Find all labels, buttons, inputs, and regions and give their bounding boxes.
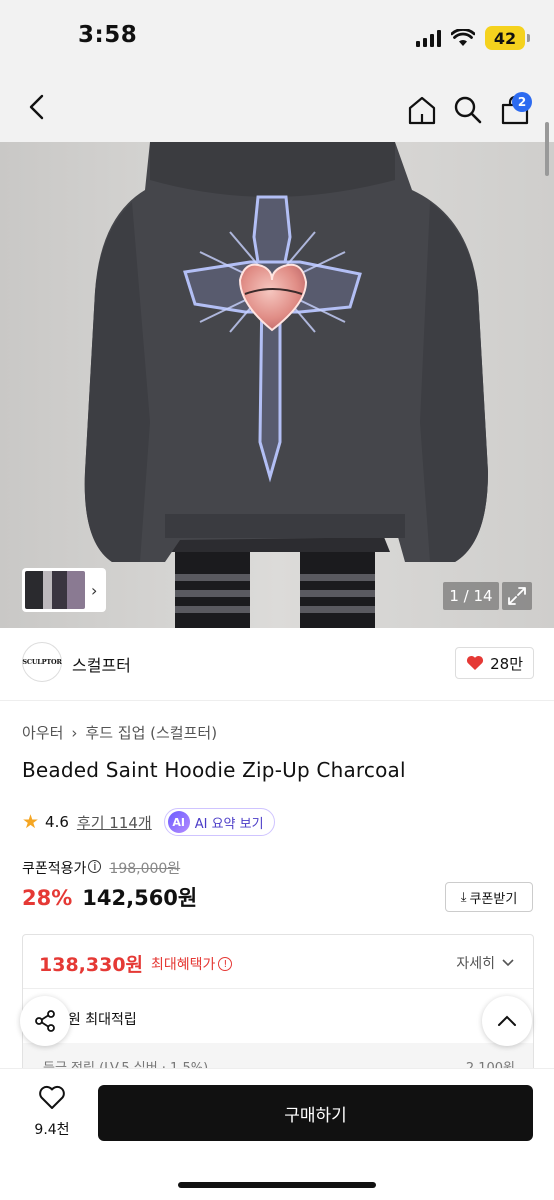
download-icon: ⤓	[460, 889, 467, 905]
image-counter: 1 / 14	[443, 582, 499, 610]
wifi-icon	[451, 29, 475, 46]
search-icon[interactable]	[452, 94, 484, 126]
hoodie-photo	[0, 142, 554, 628]
rating-row: ★ 4.6 후기 114개 AI AI 요약 보기	[22, 808, 275, 836]
max-benefit-price: 138,330원	[39, 954, 144, 976]
sale-price: 142,560원	[82, 886, 198, 910]
wishlist-count: 9.4천	[34, 1122, 70, 1138]
coupon-button-label: 쿠폰받기	[469, 891, 518, 907]
chevron-up-icon	[498, 1015, 516, 1026]
original-price: 198,000원	[109, 861, 181, 877]
bottom-action-bar: 9.4천 구매하기	[0, 1068, 554, 1200]
chevron-right-icon[interactable]: ›	[91, 581, 97, 600]
info-icon[interactable]: i	[88, 860, 102, 873]
top-nav	[0, 72, 554, 142]
home-indicator	[178, 1182, 376, 1188]
status-icons: 42	[416, 26, 530, 50]
battery-indicator: 42	[485, 26, 525, 50]
star-icon: ★	[22, 811, 40, 833]
benefit-header[interactable]: 138,330원 최대혜택가 ! 자세히	[23, 935, 533, 989]
benefit-detail-toggle[interactable]: 자세히	[456, 953, 515, 973]
coupon-price-label: 쿠폰적용가	[22, 861, 87, 877]
breadcrumb: 아우터 › 후드 집업 (스컬프터)	[22, 722, 217, 743]
brand-like-button[interactable]: 28만	[455, 647, 534, 679]
discount-rate: 28%	[22, 886, 73, 910]
ai-badge-icon: AI	[167, 811, 190, 833]
status-time: 3:58	[78, 22, 138, 48]
ai-summary-button[interactable]: AI AI 요약 보기	[163, 808, 275, 836]
review-count-link[interactable]: 후기 114개	[77, 812, 152, 833]
max-benefit-label: 최대혜택가 !	[151, 954, 233, 974]
signal-icon	[416, 29, 441, 47]
brand-name[interactable]: 스컬프터	[72, 652, 131, 676]
wishlist-button[interactable]: 9.4천	[26, 1085, 78, 1139]
status-bar: 3:58 42	[0, 0, 554, 72]
brand-row[interactable]: SCULPTOR 스컬프터 28만	[22, 640, 534, 688]
chevron-down-icon	[502, 959, 514, 967]
coupon-price-row: 쿠폰적용가 i 198,000원	[22, 858, 180, 878]
info-icon[interactable]: !	[218, 957, 233, 971]
scrollbar[interactable]	[545, 122, 549, 176]
share-icon	[35, 1010, 55, 1032]
benefit-box: 138,330원 최대혜택가 ! 자세히 0원 최대적립 등급 적립 (LV.5…	[22, 934, 534, 1084]
chevron-right-icon: ›	[71, 723, 78, 742]
product-title: Beaded Saint Hoodie Zip-Up Charcoal	[22, 758, 406, 782]
max-points: 0원 최대적립	[59, 1012, 137, 1028]
scroll-top-button[interactable]	[482, 996, 532, 1046]
breadcrumb-subcategory[interactable]: 후드 집업 (스컬프터)	[85, 722, 217, 743]
divider	[0, 700, 554, 701]
heart-filled-icon	[467, 655, 484, 670]
brand-like-count: 28만	[490, 654, 523, 673]
battery-tip	[527, 34, 530, 42]
thumbnail-strip[interactable]: ›	[22, 568, 106, 612]
back-arrow-icon[interactable]	[22, 92, 52, 122]
share-button[interactable]	[20, 996, 70, 1046]
home-icon[interactable]	[406, 94, 438, 126]
price-row: 28% 142,560원	[22, 882, 197, 912]
brand-logo[interactable]: SCULPTOR	[22, 642, 62, 682]
heart-outline-icon	[39, 1085, 65, 1109]
thumbnail-image[interactable]	[25, 571, 85, 609]
breadcrumb-category[interactable]: 아우터	[22, 722, 63, 743]
rating-value: 4.6	[45, 813, 69, 831]
product-image[interactable]	[0, 142, 554, 628]
ai-summary-label: AI 요약 보기	[194, 816, 264, 832]
coupon-download-button[interactable]: ⤓ 쿠폰받기	[445, 882, 533, 912]
buy-button[interactable]: 구매하기	[98, 1085, 533, 1141]
cart-count-badge: 2	[512, 92, 532, 112]
expand-icon[interactable]	[502, 582, 532, 610]
